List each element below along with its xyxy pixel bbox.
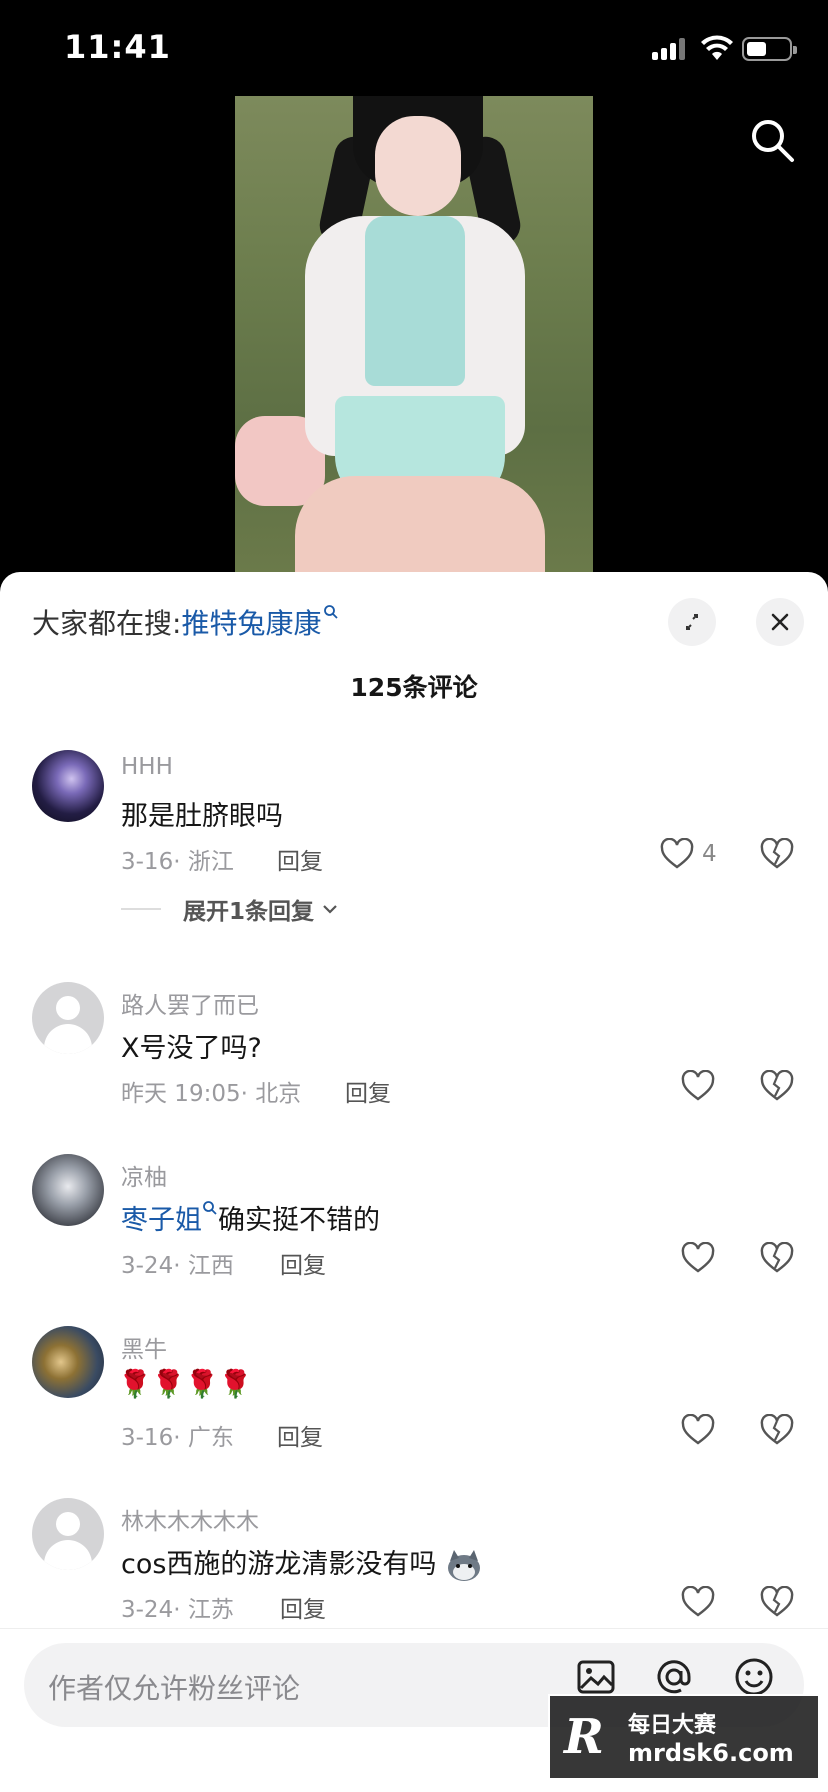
comment-meta: 3-16· 浙江 bbox=[121, 849, 234, 875]
comment-meta: 3-24· 江西 bbox=[121, 1253, 234, 1279]
comment-text-body: cos西施的游龙清影没有吗 bbox=[121, 1549, 437, 1580]
expand-replies[interactable]: 展开1条回复 bbox=[121, 892, 340, 926]
sheet-header: 大家都在搜:推特兔康康 bbox=[0, 572, 828, 672]
comment-text: cos西施的游龙清影没有吗 bbox=[121, 1542, 483, 1583]
reply-button[interactable]: 回复 bbox=[280, 1246, 326, 1280]
video-player[interactable] bbox=[235, 96, 593, 572]
comment-meta: 3-16· 广东 bbox=[121, 1425, 234, 1451]
comment-username[interactable]: 凉柚 bbox=[121, 1158, 167, 1192]
status-time: 11:41 bbox=[64, 28, 171, 66]
watermark-logo: R bbox=[564, 1709, 604, 1765]
comment-username[interactable]: 林木木木木木 bbox=[121, 1502, 259, 1536]
at-mention-icon[interactable] bbox=[654, 1657, 694, 1697]
search-small-icon bbox=[324, 605, 339, 619]
comment-username[interactable]: HHH bbox=[121, 754, 173, 780]
emoji-icon[interactable] bbox=[734, 1657, 774, 1697]
heart-icon bbox=[681, 1586, 715, 1617]
reply-button[interactable]: 回复 bbox=[345, 1074, 391, 1108]
comment-text: X号没了吗? bbox=[121, 1033, 262, 1064]
avatar[interactable] bbox=[32, 750, 104, 822]
reply-button[interactable]: 回复 bbox=[277, 1418, 323, 1452]
avatar[interactable] bbox=[32, 1326, 104, 1398]
heart-icon bbox=[681, 1070, 715, 1101]
comment-text: 那是肚脐眼吗 bbox=[121, 801, 283, 832]
wifi-icon bbox=[701, 35, 733, 60]
search-icon[interactable] bbox=[748, 116, 796, 164]
avatar[interactable] bbox=[32, 1154, 104, 1226]
dislike-icon[interactable] bbox=[760, 1242, 794, 1274]
expand-replies-label: 展开1条回复 bbox=[183, 899, 315, 925]
watermark-url: mrdsk6.com bbox=[628, 1739, 794, 1767]
husky-emoji-icon bbox=[448, 1549, 481, 1581]
dislike-icon[interactable] bbox=[760, 838, 794, 870]
like-count: 4 bbox=[702, 841, 717, 867]
like-button[interactable] bbox=[681, 1586, 715, 1618]
cellular-signal-icon bbox=[652, 38, 688, 60]
avatar[interactable] bbox=[32, 982, 104, 1054]
close-button[interactable] bbox=[756, 598, 804, 646]
reply-button[interactable]: 回复 bbox=[280, 1590, 326, 1624]
like-button[interactable]: 4 bbox=[660, 838, 717, 870]
watermark-title: 每日大赛 bbox=[628, 1713, 717, 1738]
trending-keyword[interactable]: 推特兔康康 bbox=[181, 607, 321, 640]
comment-username[interactable]: 路人罢了而已 bbox=[121, 986, 259, 1020]
status-bar: 11:41 bbox=[0, 0, 828, 96]
comment-meta: 昨天 19:05· 北京 bbox=[121, 1081, 302, 1107]
chevron-down-icon bbox=[323, 905, 337, 914]
like-button[interactable] bbox=[681, 1070, 715, 1102]
search-small-icon bbox=[203, 1201, 217, 1215]
battery-icon bbox=[742, 37, 797, 61]
watermark: R 每日大赛 mrdsk6.com bbox=[548, 1694, 820, 1780]
expand-sheet-button[interactable] bbox=[668, 598, 716, 646]
image-icon[interactable] bbox=[576, 1657, 616, 1697]
comment-meta: 3-24· 江苏 bbox=[121, 1597, 234, 1623]
reply-button[interactable]: 回复 bbox=[277, 842, 323, 876]
heart-icon bbox=[681, 1242, 715, 1273]
like-button[interactable] bbox=[681, 1242, 715, 1274]
trending-prefix: 大家都在搜: bbox=[32, 607, 182, 640]
comment-input-placeholder: 作者仅允许粉丝评论 bbox=[48, 1672, 301, 1705]
trending-search[interactable]: 大家都在搜:推特兔康康 bbox=[32, 602, 339, 642]
dislike-icon[interactable] bbox=[760, 1586, 794, 1618]
comment-text: 枣子姐 确实挺不错的 bbox=[121, 1198, 380, 1237]
dislike-icon[interactable] bbox=[760, 1070, 794, 1102]
comments-sheet: 大家都在搜:推特兔康康 125条评论 HHH 那是肚脐眼吗 3-16· 浙江 回… bbox=[0, 572, 828, 1792]
comment-username[interactable]: 黑牛 bbox=[121, 1330, 167, 1364]
close-icon bbox=[771, 613, 789, 631]
heart-icon bbox=[660, 838, 694, 869]
heart-icon bbox=[681, 1414, 715, 1445]
like-button[interactable] bbox=[681, 1414, 715, 1446]
comment-text-body: 确实挺不错的 bbox=[218, 1205, 380, 1236]
mention-link[interactable]: 枣子姐 bbox=[121, 1205, 202, 1236]
avatar[interactable] bbox=[32, 1498, 104, 1570]
comment-count: 125条评论 bbox=[350, 673, 478, 702]
expand-icon bbox=[686, 614, 698, 630]
comment-text: 🌹🌹🌹🌹 bbox=[118, 1369, 253, 1400]
dislike-icon[interactable] bbox=[760, 1414, 794, 1446]
